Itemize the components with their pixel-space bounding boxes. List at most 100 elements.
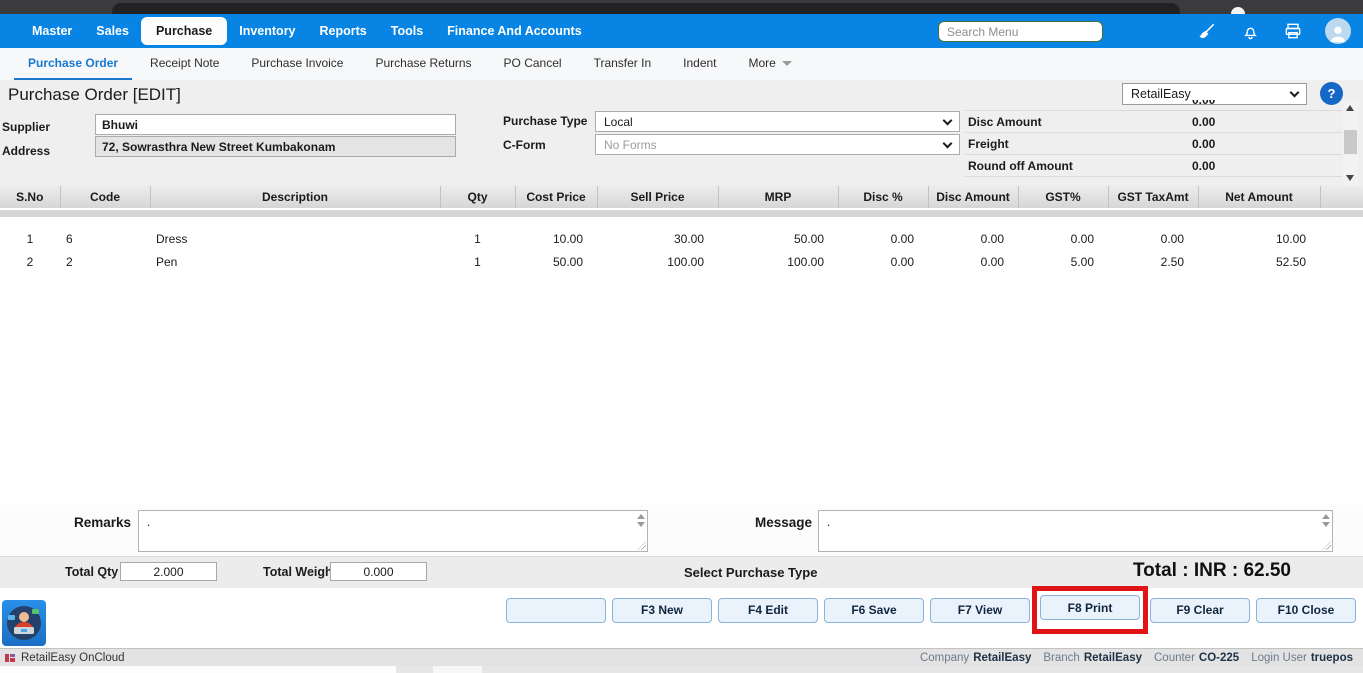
cell-qty: 1 [474, 231, 481, 246]
col-disc-pct[interactable]: Disc % [837, 186, 929, 208]
search-input[interactable] [938, 21, 1103, 42]
col-qty[interactable]: Qty [439, 186, 516, 208]
highlight-red-box: F8 Print [1032, 586, 1148, 634]
cell-description: Dress [156, 231, 188, 246]
scrollbar-thumb[interactable] [1344, 130, 1357, 154]
chevron-down-icon [781, 60, 792, 66]
charge-value: 0.00 [1192, 100, 1215, 107]
table-row[interactable]: 1 6 Dress 1 10.00 30.00 50.00 0.00 0.00 … [0, 227, 1363, 250]
f8-print-button[interactable]: F8 Print [1040, 595, 1140, 620]
f10-close-button[interactable]: F10 Close [1256, 597, 1356, 623]
menu-tools[interactable]: Tools [379, 17, 435, 45]
charge-value: 0.00 [1192, 158, 1216, 173]
menu-purchase[interactable]: Purchase [140, 17, 228, 45]
col-sell-price[interactable]: Sell Price [596, 186, 719, 208]
remarks-textarea[interactable]: . [139, 511, 647, 551]
remarks-message-band: Remarks . Message . [0, 505, 1363, 556]
menu-inventory[interactable]: Inventory [227, 17, 307, 45]
spinner-icons[interactable] [1322, 514, 1330, 527]
support-chat-icon[interactable] [2, 600, 46, 646]
cform-select[interactable]: No Forms [595, 134, 960, 155]
scrollbar-track [0, 666, 396, 673]
tab-more[interactable]: More [735, 48, 806, 80]
f3-new-button[interactable]: F3 New [612, 597, 712, 623]
tab-purchase-returns[interactable]: Purchase Returns [361, 48, 485, 80]
charge-row-freight[interactable]: Freight 0.00 [965, 133, 1342, 155]
page-title: Purchase Order [EDIT] [8, 85, 181, 104]
menu-sales[interactable]: Sales [84, 17, 141, 45]
remarks-field-wrap: . [138, 510, 648, 552]
tab-transfer-in[interactable]: Transfer In [580, 48, 666, 80]
retaileasy-logo-icon [5, 653, 15, 662]
user-avatar[interactable] [1325, 18, 1351, 44]
horizontal-scrollbar[interactable] [0, 666, 1363, 673]
cell-code: 6 [66, 231, 73, 246]
col-gst-taxamt[interactable]: GST TaxAmt [1107, 186, 1199, 208]
charge-row-round-off[interactable]: Round off Amount 0.00 [965, 155, 1342, 177]
table-header-row: S.No Code Description Qty Cost Price Sel… [0, 186, 1363, 208]
select-purchase-type-label[interactable]: Select Purchase Type [684, 565, 817, 580]
charge-value: 0.00 [1192, 136, 1216, 151]
col-net-amount[interactable]: Net Amount [1197, 186, 1321, 208]
function-buttons-band: F3 New F4 Edit F6 Save F7 View F8 Print … [0, 586, 1363, 648]
charge-label: Round off Amount [968, 158, 1073, 173]
cell-net-amount: 10.00 [1275, 231, 1306, 246]
cell-filler [1320, 250, 1363, 273]
notifications-bell-icon[interactable] [1239, 20, 1261, 42]
tab-more-label: More [748, 56, 776, 70]
col-mrp[interactable]: MRP [717, 186, 839, 208]
scroll-up-icon[interactable] [1346, 105, 1354, 111]
col-gst-pct[interactable]: GST% [1017, 186, 1109, 208]
status-bar: RetailEasy OnCloud Company RetailEasy Bra… [0, 648, 1363, 666]
f7-view-button[interactable]: F7 View [930, 597, 1030, 623]
resize-handle-icon[interactable] [1322, 541, 1331, 550]
f9-clear-button[interactable]: F9 Clear [1150, 597, 1250, 623]
scroll-down-icon[interactable] [1346, 175, 1354, 181]
cell-net-amount: 52.50 [1275, 254, 1306, 269]
branch-value: RetailEasy [1083, 651, 1142, 664]
cell-sno: 1 [26, 231, 34, 246]
scrollbar-thumb[interactable] [433, 666, 482, 673]
purchase-type-select[interactable]: Local [595, 111, 960, 132]
items-table: S.No Code Description Qty Cost Price Sel… [0, 186, 1363, 208]
message-label: Message [755, 515, 813, 530]
charges-panel: 0.00 Disc Amount 0.00 Freight 0.00 Round… [965, 100, 1342, 186]
table-row[interactable]: 2 2 Pen 1 50.00 100.00 100.00 0.00 0.00 … [0, 250, 1363, 273]
tab-purchase-order[interactable]: Purchase Order [14, 48, 133, 80]
printer-icon[interactable] [1282, 20, 1304, 42]
cell-cost-price: 50.00 [552, 254, 583, 269]
cell-cost-price: 10.00 [552, 231, 583, 246]
theme-brush-icon[interactable] [1196, 20, 1218, 42]
f4-edit-button[interactable]: F4 Edit [718, 597, 818, 623]
items-grid-area: S.No Code Description Qty Cost Price Sel… [0, 186, 1363, 505]
col-code[interactable]: Code [59, 186, 151, 208]
spinner-icons[interactable] [637, 514, 645, 527]
tab-po-cancel[interactable]: PO Cancel [490, 48, 576, 80]
cell-qty: 1 [474, 254, 481, 269]
menu-master[interactable]: Master [20, 17, 84, 45]
col-disc-amount[interactable]: Disc Amount [927, 186, 1019, 208]
menu-finance-accounts[interactable]: Finance And Accounts [435, 17, 594, 45]
col-cost-price[interactable]: Cost Price [514, 186, 598, 208]
tab-indent[interactable]: Indent [669, 48, 730, 80]
cell-disc-amount: 0.00 [980, 231, 1004, 246]
col-sno[interactable]: S.No [0, 186, 61, 208]
tab-purchase-invoice[interactable]: Purchase Invoice [237, 48, 357, 80]
total-weight-field[interactable] [330, 562, 427, 581]
message-textarea[interactable]: . [819, 511, 1332, 551]
address-label: Address [2, 144, 51, 158]
cell-mrp: 100.00 [787, 254, 824, 269]
grid-separator [0, 210, 1363, 217]
f6-save-button[interactable]: F6 Save [824, 597, 924, 623]
blank-button[interactable] [506, 597, 606, 623]
charge-row-disc-amount[interactable]: Disc Amount 0.00 [965, 111, 1342, 133]
purchase-type-value: Local [604, 114, 633, 129]
cell-disc-pct: 0.00 [890, 254, 914, 269]
charges-scrollbar[interactable] [1343, 100, 1358, 186]
col-description[interactable]: Description [149, 186, 441, 208]
menu-reports[interactable]: Reports [308, 17, 379, 45]
resize-handle-icon[interactable] [637, 541, 646, 550]
total-qty-field[interactable] [120, 562, 217, 581]
tab-receipt-note[interactable]: Receipt Note [136, 48, 233, 80]
supplier-field[interactable]: Bhuwi [95, 114, 456, 135]
